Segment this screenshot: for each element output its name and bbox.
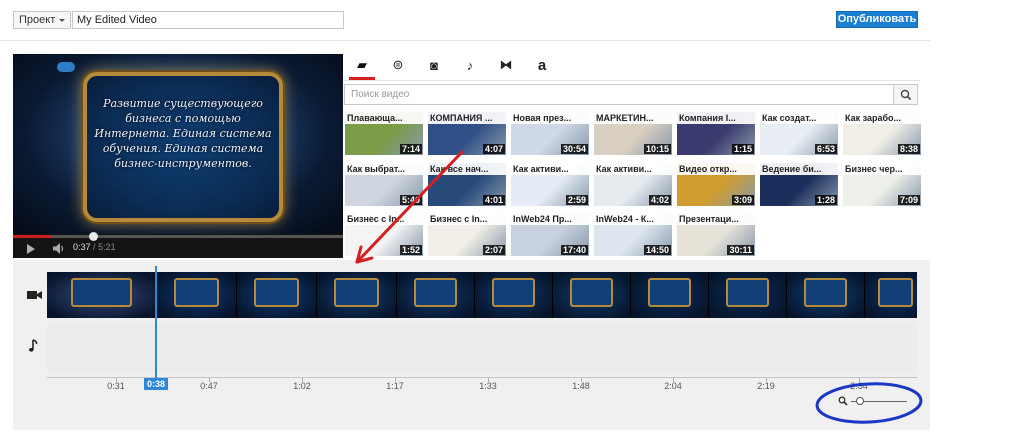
annotation-circle <box>815 382 923 424</box>
editor-root: Проект My Edited Video Опубликовать Разв… <box>0 0 1009 440</box>
annotation-overlay <box>355 150 923 424</box>
annotation-arrow <box>355 150 464 264</box>
